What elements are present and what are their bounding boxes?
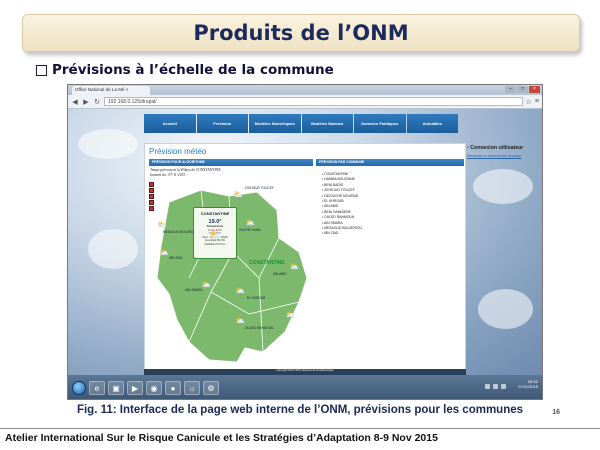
forecast-info: Temps prévu pour la Wilaya de CONSTANTIN…	[150, 168, 221, 178]
bullet-row: Prévisions à l’échelle de la commune	[36, 62, 334, 78]
forecast-date-line: Journée du : 07-11-2015	[150, 173, 186, 177]
info-icon[interactable]	[149, 206, 154, 211]
browser-screenshot: Office National de La Mé × – □ × ◀ ▶ ↻ 1…	[67, 84, 543, 400]
network-icon[interactable]	[493, 384, 498, 389]
nav-item-accueil[interactable]: Accueil	[144, 114, 196, 133]
map-label-constantine: CONSTANTINE	[249, 260, 285, 266]
map-label-zighoud-youcef: ZIGHOUD YOUCEF	[245, 186, 274, 190]
cloud-decoration	[78, 129, 138, 159]
nav-item-donnees-publiques[interactable]: Données Publiques	[354, 114, 406, 133]
weather-partly-cloudy-icon[interactable]: ⛅	[157, 220, 167, 229]
footer-rule	[0, 428, 600, 429]
pan-icon[interactable]	[149, 194, 154, 199]
volume-icon[interactable]	[501, 384, 506, 389]
clock-date: 07/11/2015	[518, 384, 538, 389]
page-background: Accueil Prévision Modèles Numériques Mod…	[68, 109, 542, 375]
window-controls: – □ ×	[505, 86, 540, 93]
column-header-algo[interactable]: PRÉVISION POUR ALGORITHME	[149, 159, 313, 166]
weather-partly-cloudy-icon[interactable]: ⛅	[289, 262, 299, 271]
nav-item-modeles-numeriques[interactable]: Modèles Numériques	[249, 114, 301, 133]
slide-title: Produits de l’ONM	[193, 21, 409, 45]
communes-panel: • CONSTANTINE • HAMMA BOUZIANE • BENI BA…	[316, 166, 464, 367]
popup-line-visibilite: Visibilité:20.0 Km	[204, 241, 226, 246]
browser-tab[interactable]: Office National de La Mé ×	[72, 86, 150, 95]
panel-title: Prévision météo	[149, 147, 207, 156]
close-button[interactable]: ×	[529, 86, 540, 93]
list-item[interactable]: • IBN ZIAD	[322, 231, 362, 236]
top-nav: Accueil Prévision Modèles Numériques Mod…	[144, 114, 458, 133]
map-label-ain-smara: AIN SMARA	[185, 288, 203, 292]
figure-caption: Fig. 11: Interface de la page web intern…	[76, 404, 524, 416]
forward-arrow-icon[interactable]: ▶	[82, 98, 90, 106]
folder-icon[interactable]: ▣	[108, 381, 124, 395]
slide-footer: Atelier International Sur le Risque Cani…	[5, 432, 438, 444]
weather-partly-cloudy-icon[interactable]: ⛅	[235, 286, 245, 295]
chrome-icon[interactable]: ◉	[146, 381, 162, 395]
media-player-icon[interactable]: ▶	[127, 381, 143, 395]
forecast-panel: Prévision météo PRÉVISION POUR ALGORITHM…	[144, 143, 466, 371]
site-footer-text: Copyright 2015 Office National de la Mét…	[276, 369, 334, 372]
back-arrow-icon[interactable]: ◀	[71, 98, 79, 106]
flag-icon[interactable]	[485, 384, 490, 389]
sidebar-title: ▫ Connexion utilisateur	[467, 145, 524, 151]
cloud-decoration	[88, 229, 138, 269]
ie-icon[interactable]: e	[89, 381, 105, 395]
zoom-in-icon[interactable]	[149, 182, 154, 187]
browser-tabbar: Office National de La Mé × – □ ×	[68, 85, 542, 95]
minimize-button[interactable]: –	[505, 86, 516, 93]
weather-partly-cloudy-icon[interactable]: ⛅	[245, 218, 255, 227]
map-label-ibn-ziad: IBN ZIAD	[169, 256, 183, 260]
map-label-ouled-rahmoun: OULED RAHMOUN	[245, 326, 274, 330]
app-icon[interactable]: ●	[165, 381, 181, 395]
settings-app-icon[interactable]: ⚙	[203, 381, 219, 395]
page-number: 16	[552, 409, 560, 416]
map-label-ain-abid: AIN ABID	[273, 272, 287, 276]
popup-city: CONSTANTINE	[200, 211, 230, 216]
user-sidebar: ▫ Connexion utilisateur Demander un nouv…	[467, 143, 537, 371]
column-header-commune[interactable]: PRÉVISION PAR COMMUNE	[316, 159, 464, 166]
zoom-out-icon[interactable]	[149, 188, 154, 193]
reload-icon[interactable]: ↻	[93, 98, 101, 106]
clock[interactable]: 08:32 07/11/2015	[518, 379, 538, 389]
tray-icons	[485, 384, 506, 389]
weather-partly-cloudy-icon[interactable]: ⛅	[235, 316, 245, 325]
network-app-icon[interactable]: ☼	[184, 381, 200, 395]
start-button[interactable]	[72, 381, 86, 395]
menu-icon[interactable]: ≡	[535, 98, 539, 105]
slide-title-bar: Produits de l’ONM	[22, 14, 580, 52]
map-label-mesaoud-boujriou: MESAOUD BOUJRIOU	[163, 230, 197, 234]
new-password-link[interactable]: Demander un nouveau mot de passe	[467, 154, 537, 158]
weather-partly-cloudy-icon[interactable]: ⛅	[201, 280, 211, 289]
taskbar: e ▣ ▶ ◉ ● ☼ ⚙ 08:32 07/11/2015	[68, 375, 542, 399]
map-label-ouche-hama: OUCHE HAMA	[239, 228, 261, 232]
popup-weather-icon: ⛅	[210, 230, 222, 240]
browser-toolbar: ◀ ▶ ↻ 192.168.0.125/drupal/ ☆ ≡	[68, 95, 542, 109]
bullet-text: Prévisions à l’échelle de la commune	[52, 62, 334, 78]
bullet-checkbox-icon	[36, 64, 47, 76]
nav-item-modeles-marines[interactable]: Modèles Marines	[301, 114, 353, 133]
commune-list: • CONSTANTINE • HAMMA BOUZIANE • BENI BA…	[322, 172, 362, 237]
maximize-button[interactable]: □	[517, 86, 528, 93]
forecast-popup[interactable]: CONSTANTINE 19.0° Température Tmax:19.0°…	[193, 207, 237, 259]
nav-item-prevision[interactable]: Prévision	[196, 114, 248, 133]
map-label-el-khroub: EL KHROUB	[247, 296, 266, 300]
star-icon[interactable]: ☆	[526, 98, 532, 106]
wilaya-map[interactable]: ZIGHOUD YOUCEF MESAOUD BOUJRIOU OUCHE HA…	[149, 182, 313, 367]
weather-partly-cloudy-icon[interactable]: ⛅	[159, 248, 169, 257]
layer-icon[interactable]	[149, 200, 154, 205]
weather-partly-cloudy-icon[interactable]: ⛅	[233, 190, 243, 199]
weather-partly-cloudy-icon[interactable]: ⛅	[285, 310, 295, 319]
address-bar[interactable]: 192.168.0.125/drupal/	[104, 97, 523, 106]
nav-item-actualites[interactable]: Actualités	[406, 114, 458, 133]
